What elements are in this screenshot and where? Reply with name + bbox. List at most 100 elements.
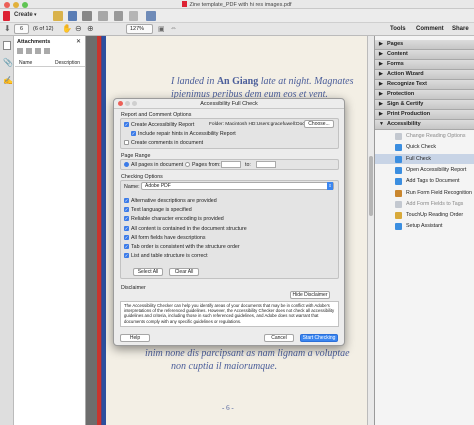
check-option-row: ✓ All content is contained in the documen… [124,225,334,233]
pages-from-radio[interactable] [185,162,190,167]
create-report-checkbox[interactable]: ✓ [124,122,129,127]
check-option-row: ✓ Tab order is consistent with the struct… [124,243,334,251]
open-folder-icon[interactable] [53,11,63,21]
delete-attachment-icon[interactable] [44,48,50,54]
attachments-panel: Attachments ✕ Name Description [14,36,86,425]
help-button[interactable]: Help [120,334,150,342]
check-option-checkbox[interactable]: ✓ [124,207,129,213]
collapsed-triangle-icon: ▶ [379,61,383,67]
panel-close-icon[interactable]: ✕ [76,38,81,45]
edit-icon[interactable] [146,11,156,21]
page-thumbnails-icon[interactable] [3,41,11,50]
select-chevron-icon: ⇕ [327,182,333,190]
story-line-1-end: late at night. Magnates [258,76,354,87]
tool-item-setup-assistant[interactable]: Setup Assistant [375,221,474,232]
tab-comment[interactable]: Comment [416,26,444,32]
section-header-recognize-text[interactable]: ▶ Recognize Text [375,80,474,90]
vertical-scrollbar[interactable] [367,36,374,425]
zoom-in-icon[interactable]: ⊕ [87,24,94,33]
collapsed-triangle-icon: ▶ [379,41,383,47]
add-attachment-icon[interactable] [35,48,41,54]
pan-hand-icon[interactable]: ✋ [62,24,72,33]
zoom-level-select[interactable]: 127% [126,24,153,34]
collapsed-triangle-icon: ▶ [379,101,383,107]
save-attachment-icon[interactable] [26,48,32,54]
create-button[interactable]: Create [14,12,33,18]
email-icon[interactable] [98,11,108,21]
description-column-header[interactable]: Description [55,60,80,66]
tool-item-run-form-field-recognition[interactable]: Run Form Field Recognition [375,188,474,199]
comment-icon[interactable] [129,11,138,21]
fit-page-icon[interactable]: ▣ [158,25,165,33]
tool-item-add-tags-to-document[interactable]: Add Tags to Document [375,176,474,187]
check-option-checkbox[interactable]: ✓ [124,216,129,222]
hide-disclaimer-button[interactable]: Hide Disclaimer [290,291,330,299]
open-attachment-icon[interactable] [17,48,23,54]
collapsed-triangle-icon: ▶ [379,51,383,57]
create-chevron-down-icon[interactable]: ▾ [34,12,37,18]
tool-item-touchup-reading-order[interactable]: TouchUp Reading Order [375,210,474,221]
attachments-tool-row [17,48,83,54]
section-header-accessibility[interactable]: ▼ Accessibility [375,120,474,130]
all-pages-radio[interactable] [124,162,129,167]
check-option-checkbox[interactable]: ✓ [124,198,129,203]
scrollbar-thumb[interactable] [369,156,373,216]
section-header-label: Protection [387,91,415,97]
tool-item-full-check[interactable]: Full Check [375,153,474,165]
window-title: Zine template_PDF with hi res images.pdf [0,1,474,8]
settings-gear-icon[interactable] [114,11,123,21]
tab-tools[interactable]: Tools [390,26,406,32]
check-option-checkbox[interactable]: ✓ [124,234,129,240]
story-line-1: I landed in An Giang late at night. Magn… [171,76,354,87]
story-line-1-start: I landed in [171,76,217,87]
tool-item-icon [395,223,402,231]
attachments-header: Attachments [17,39,51,45]
check-option-checkbox[interactable]: ✓ [124,225,129,231]
print-icon[interactable] [82,11,92,21]
page-down-arrow-icon[interactable]: ⬇ [4,24,11,33]
name-column-header[interactable]: Name [19,60,32,66]
save-icon[interactable] [68,11,77,21]
tool-item-quick-check[interactable]: Quick Check [375,142,474,153]
zoom-out-icon[interactable]: ⊖ [75,24,82,33]
tool-item-icon [395,144,402,152]
include-hints-checkbox[interactable]: ✓ [131,131,136,136]
section-header-protection[interactable]: ▶ Protection [375,90,474,100]
create-comments-checkbox[interactable] [124,140,129,145]
check-option-label: List and table structure is correct [131,253,208,260]
signatures-icon[interactable]: ✍ [3,76,13,85]
tool-item-label: TouchUp Reading Order [406,212,464,219]
section-header-label: Print Production [387,111,431,117]
clear-all-button[interactable]: Clear All [169,268,199,276]
section-header-pages[interactable]: ▶ Pages [375,40,474,50]
select-all-button[interactable]: Select All [133,268,163,276]
choose-folder-button[interactable]: Choose... [304,120,334,128]
section-header-sign-certify[interactable]: ▶ Sign & Certify [375,100,474,110]
page-number-input[interactable]: 6 [14,24,29,34]
check-option-label: Text language is specified [131,207,192,214]
checker-name-select[interactable]: Adobe PDF ⇕ [141,182,334,190]
tool-item-icon [395,133,402,140]
pages-to-input[interactable] [256,161,276,168]
tool-item-label: Open Accessibility Report [406,166,467,173]
tool-item-icon [395,155,402,163]
check-option-label: All content is contained in the document… [131,225,247,232]
section-header-content[interactable]: ▶ Content [375,50,474,60]
section-header-action-wizard[interactable]: ▶ Action Wizard [375,70,474,80]
check-option-row: ✓ Reliable character encoding is provided [124,215,334,223]
start-checking-button[interactable]: Start Checking [300,334,338,342]
tool-item-add-form-fields-to-tags: Add Form Fields to Tags [375,199,474,210]
check-option-checkbox[interactable]: ✓ [124,244,129,249]
pages-from-input[interactable] [221,161,241,168]
fit-width-icon[interactable]: ⇔ [170,25,177,32]
tab-share[interactable]: Share [452,26,469,32]
check-option-checkbox[interactable]: ✓ [124,253,129,259]
navigation-toolbar: ⬇ 6 (6 of 12) ✋ ⊖ ⊕ 127% ▣ ⇔ Tools Comme… [0,23,474,36]
check-option-row: ✓ List and table structure is correct [124,252,334,260]
tool-item-change-reading-options: Change Reading Options [375,131,474,142]
attachments-paperclip-icon[interactable]: 📎 [3,58,13,67]
section-header-forms[interactable]: ▶ Forms [375,60,474,70]
section-header-print-production[interactable]: ▶ Print Production [375,110,474,120]
tool-item-open-accessibility-report[interactable]: Open Accessibility Report [375,165,474,176]
cancel-button[interactable]: Cancel [264,334,294,342]
